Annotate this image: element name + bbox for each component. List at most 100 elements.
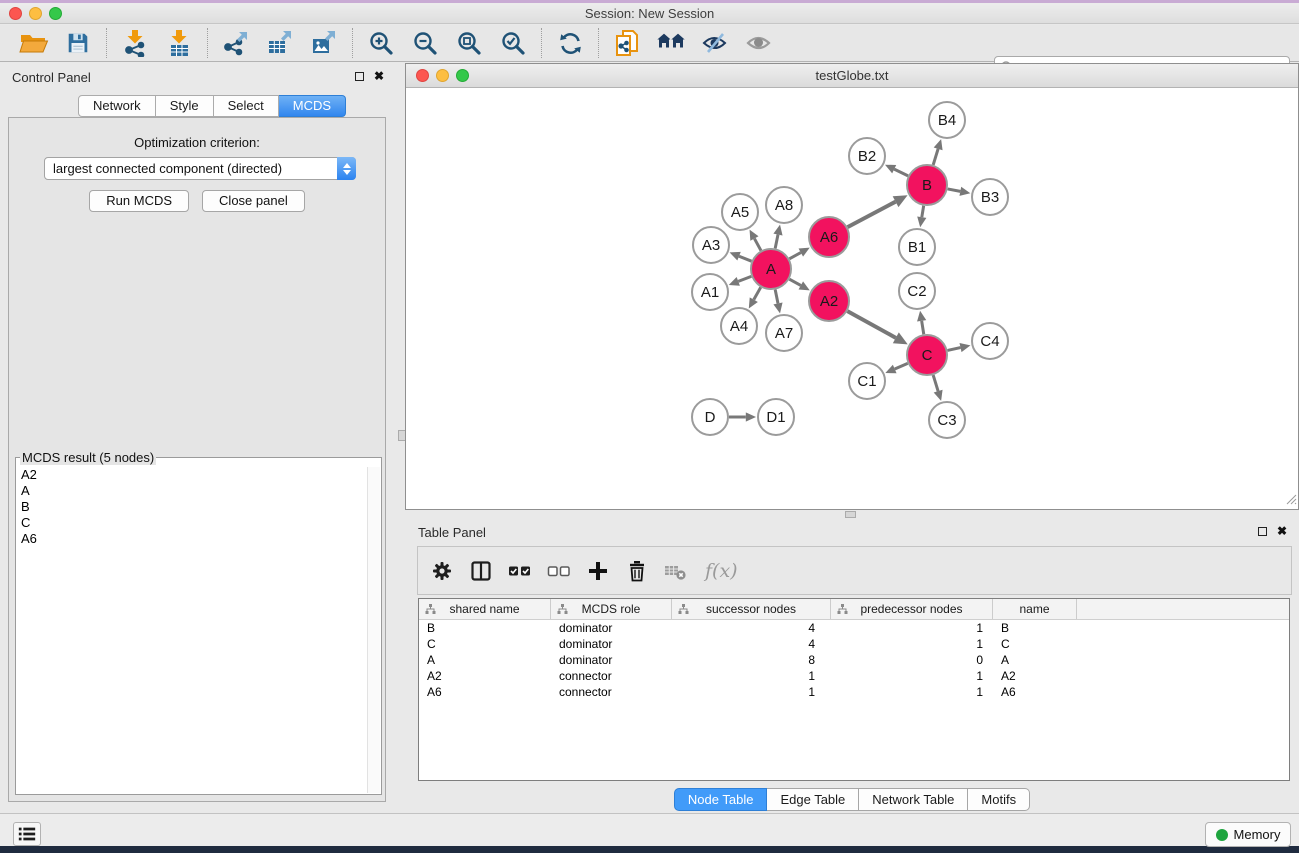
graph-edge-B-B2[interactable] bbox=[894, 169, 908, 176]
hide-graphics-icon[interactable] bbox=[699, 28, 731, 58]
column-header-shared-name[interactable]: shared name bbox=[419, 599, 551, 619]
graph-edge-A-A6[interactable] bbox=[789, 253, 800, 259]
status-bar: Memory bbox=[0, 813, 1299, 846]
close-panel-icon[interactable]: ✖ bbox=[374, 71, 384, 81]
graph-node-label: A2 bbox=[820, 293, 838, 310]
graph-edge-B-B1[interactable] bbox=[922, 206, 924, 217]
tab-network-table[interactable]: Network Table bbox=[859, 788, 968, 811]
table-cell: A6 bbox=[419, 684, 551, 700]
graph-edge-C-C4[interactable] bbox=[947, 348, 960, 351]
export-table-icon[interactable] bbox=[264, 28, 296, 58]
control-panel-title: Control Panel bbox=[12, 70, 91, 85]
zoom-out-icon[interactable] bbox=[409, 28, 441, 58]
export-network-icon[interactable] bbox=[220, 28, 252, 58]
table-row[interactable]: Cdominator41C bbox=[419, 636, 1289, 652]
refresh-layout-icon[interactable] bbox=[554, 28, 586, 58]
graph-node-label: C3 bbox=[937, 412, 956, 429]
deselect-all-checks-icon[interactable] bbox=[547, 559, 571, 583]
graph-edge-A-A7[interactable] bbox=[775, 290, 778, 304]
maximize-window-button[interactable] bbox=[49, 7, 62, 20]
run-mcds-button[interactable]: Run MCDS bbox=[89, 190, 189, 212]
graph-edge-C-C1[interactable] bbox=[895, 363, 908, 369]
horizontal-splitter-handle[interactable] bbox=[845, 511, 856, 518]
graph-node-label: D bbox=[705, 409, 716, 426]
column-header-MCDS-role[interactable]: MCDS role bbox=[551, 599, 672, 619]
gear-icon[interactable] bbox=[430, 559, 454, 583]
mcds-result-scrollbar[interactable] bbox=[367, 467, 380, 793]
delete-column-icon[interactable] bbox=[625, 559, 649, 583]
mcds-result-item[interactable]: A bbox=[17, 483, 366, 499]
graph-edge-A-A2[interactable] bbox=[789, 279, 800, 285]
mcds-result-list[interactable]: A2ABCA6 bbox=[17, 467, 366, 793]
memory-button[interactable]: Memory bbox=[1205, 822, 1291, 847]
graph-edge-A-A5[interactable] bbox=[754, 239, 761, 251]
graph-edge-B-B3[interactable] bbox=[948, 189, 961, 191]
zoom-selected-icon[interactable] bbox=[497, 28, 529, 58]
zoom-fit-icon[interactable] bbox=[453, 28, 485, 58]
graph-edge-A-A4[interactable] bbox=[754, 287, 761, 299]
tab-edge-table[interactable]: Edge Table bbox=[767, 788, 859, 811]
tab-motifs[interactable]: Motifs bbox=[968, 788, 1030, 811]
close-window-button[interactable] bbox=[9, 7, 22, 20]
table-panel: Table Panel ✖ f(x) shared nameMCDS roles… bbox=[405, 519, 1299, 812]
minimize-window-button[interactable] bbox=[29, 7, 42, 20]
mcds-result-item[interactable]: A2 bbox=[17, 467, 366, 483]
save-session-icon[interactable] bbox=[62, 28, 94, 58]
select-all-checks-icon[interactable] bbox=[508, 559, 532, 583]
table-row[interactable]: Adominator80A bbox=[419, 652, 1289, 668]
graph-edge-C-C3[interactable] bbox=[933, 375, 938, 391]
graph-node-label: A1 bbox=[701, 284, 719, 301]
resize-grip-icon[interactable] bbox=[1285, 493, 1297, 508]
zoom-in-icon[interactable] bbox=[365, 28, 397, 58]
table-row[interactable]: A2connector11A2 bbox=[419, 668, 1289, 684]
table-cell: dominator bbox=[551, 652, 672, 668]
tab-style[interactable]: Style bbox=[156, 95, 214, 117]
float-table-panel-icon[interactable] bbox=[1258, 527, 1267, 536]
graph-edge-C-C2[interactable] bbox=[922, 321, 924, 334]
column-header-name[interactable]: name bbox=[993, 599, 1077, 619]
mcds-result-item[interactable]: C bbox=[17, 515, 366, 531]
table-row[interactable]: Bdominator41B bbox=[419, 620, 1289, 636]
close-table-panel-icon[interactable]: ✖ bbox=[1277, 526, 1287, 536]
split-columns-icon[interactable] bbox=[469, 559, 493, 583]
duplicate-network-icon[interactable] bbox=[611, 28, 643, 58]
column-header-label: name bbox=[1019, 602, 1049, 616]
graph-edge-arrowhead bbox=[917, 216, 926, 227]
graph-edge-A2-C[interactable] bbox=[847, 311, 895, 338]
tab-select[interactable]: Select bbox=[214, 95, 279, 117]
graph-edge-A-A1[interactable] bbox=[738, 276, 751, 281]
network-canvas-svg[interactable]: B4B2BB3A8A5A6B1A3AA1C2A2A4A7CC4C1C3DD1 bbox=[406, 88, 1298, 509]
column-header-successor-nodes[interactable]: successor nodes bbox=[672, 599, 831, 619]
node-table: shared nameMCDS rolesuccessor nodesprede… bbox=[418, 598, 1290, 781]
export-image-icon[interactable] bbox=[308, 28, 340, 58]
attribute-type-icon bbox=[425, 604, 436, 615]
home-layout-icon[interactable] bbox=[655, 28, 687, 58]
optimization-criterion-select[interactable]: largest connected component (directed) bbox=[44, 157, 356, 180]
graph-edge-A-A8[interactable] bbox=[775, 235, 778, 249]
mcds-result-item[interactable]: B bbox=[17, 499, 366, 515]
table-cell: A2 bbox=[993, 668, 1077, 684]
graph-edge-B-B4[interactable] bbox=[933, 149, 938, 165]
tab-node-table[interactable]: Node Table bbox=[674, 788, 768, 811]
column-header-predecessor-nodes[interactable]: predecessor nodes bbox=[831, 599, 993, 619]
table-cell: 1 bbox=[831, 636, 993, 652]
add-column-icon[interactable] bbox=[586, 559, 610, 583]
float-panel-icon[interactable] bbox=[355, 72, 364, 81]
import-table-icon[interactable] bbox=[163, 28, 195, 58]
tab-mcds[interactable]: MCDS bbox=[279, 95, 346, 117]
import-network-icon[interactable] bbox=[119, 28, 151, 58]
open-session-icon[interactable] bbox=[18, 28, 50, 58]
network-maximize-button[interactable] bbox=[456, 69, 469, 82]
dropdown-stepper-icon bbox=[337, 157, 356, 180]
graph-edge-A6-B[interactable] bbox=[848, 202, 896, 227]
show-graphics-icon[interactable] bbox=[743, 28, 775, 58]
graph-node-label: C1 bbox=[857, 373, 876, 390]
table-row[interactable]: A6connector11A6 bbox=[419, 684, 1289, 700]
network-minimize-button[interactable] bbox=[436, 69, 449, 82]
graph-edge-A-A3[interactable] bbox=[739, 256, 751, 261]
network-close-button[interactable] bbox=[416, 69, 429, 82]
tab-network[interactable]: Network bbox=[78, 95, 156, 117]
close-panel-button[interactable]: Close panel bbox=[202, 190, 305, 212]
task-history-button[interactable] bbox=[13, 822, 41, 846]
mcds-result-item[interactable]: A6 bbox=[17, 531, 366, 547]
